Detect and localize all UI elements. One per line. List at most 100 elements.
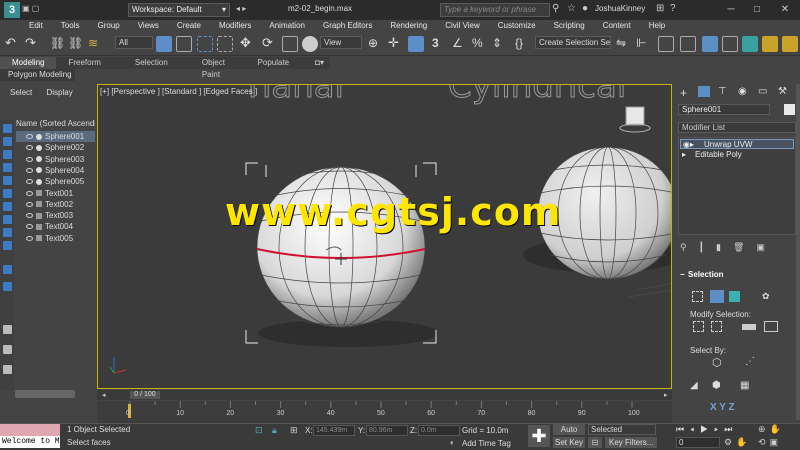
scale-icon[interactable] xyxy=(282,36,298,52)
time-tag-icon[interactable]: ◐ xyxy=(450,438,455,447)
move-icon[interactable]: ✥ xyxy=(240,36,256,52)
scene-item-text005[interactable]: Text005 xyxy=(16,233,95,244)
rotate-icon[interactable]: ⟳ xyxy=(262,36,278,52)
select-manipulate-icon[interactable]: ✛ xyxy=(388,36,404,52)
filter-lights-icon[interactable] xyxy=(3,150,12,159)
orbit-maximize-icons[interactable]: ⟲▣ xyxy=(758,437,782,448)
z-coord-field[interactable]: 0.0m xyxy=(418,425,460,436)
quick-access-icons[interactable]: ▣ ▢ xyxy=(22,4,39,13)
maxscript-listener-input[interactable] xyxy=(0,424,60,436)
xyz-axis-icons[interactable]: X Y Z xyxy=(710,402,735,413)
eye-icon[interactable] xyxy=(26,190,33,196)
explorer-find-icon[interactable] xyxy=(3,325,12,334)
eye-icon[interactable] xyxy=(26,167,33,173)
eye-icon[interactable] xyxy=(26,213,33,219)
rect-selection-icon[interactable] xyxy=(197,36,213,52)
explorer-column-header[interactable]: Name (Sorted Ascending xyxy=(16,119,95,130)
curve-editor-icon[interactable] xyxy=(722,36,738,52)
undo-icon[interactable]: ↶ xyxy=(5,36,21,52)
eye-icon[interactable] xyxy=(26,179,33,185)
eye-icon[interactable] xyxy=(26,134,33,139)
menu-group[interactable]: Group xyxy=(88,20,128,32)
select-by-material-icon[interactable]: ◢ xyxy=(690,380,698,391)
zoom-pan-icons[interactable]: ⊕✋ xyxy=(758,424,785,435)
user-icon[interactable]: ● xyxy=(582,3,588,14)
vertex-mode-icon[interactable] xyxy=(692,291,703,302)
menu-scripting[interactable]: Scripting xyxy=(545,20,594,32)
eye-icon[interactable] xyxy=(26,156,33,162)
binoculars-icon[interactable]: ⚲ xyxy=(552,3,559,14)
x-coord-field[interactable]: 145.439m xyxy=(313,425,355,436)
scene-item-sphere004[interactable]: Sphere004 xyxy=(16,165,95,176)
stack-item-unwrap-uvw[interactable]: ◉ ▸ Unwrap UVW xyxy=(680,139,794,149)
ribbon-toggle-icon[interactable] xyxy=(702,36,718,52)
menu-modifiers[interactable]: Modifiers xyxy=(210,20,260,32)
viewcube[interactable] xyxy=(619,106,651,133)
menu-rendering[interactable]: Rendering xyxy=(381,20,436,32)
filter-spacewarps-icon[interactable] xyxy=(3,189,12,198)
scene-item-text003[interactable]: Text003 xyxy=(16,210,95,221)
time-slider-track[interactable] xyxy=(97,390,672,400)
filter-cameras-icon[interactable] xyxy=(3,163,12,172)
polygon-mode-icon[interactable] xyxy=(729,291,740,302)
filter-containers-icon[interactable] xyxy=(3,241,12,250)
scene-item-sphere002[interactable]: Sphere002 xyxy=(16,142,95,153)
auto-key-button[interactable]: Auto Key xyxy=(553,424,585,445)
user-name[interactable]: JoshuaKinney xyxy=(595,4,645,13)
explorer-display-menu[interactable]: Display xyxy=(46,88,72,97)
selection-set-dropdown[interactable]: Create Selection Se xyxy=(535,36,611,49)
loop-selection-icon[interactable] xyxy=(742,324,756,330)
mirror-icon[interactable]: ⇋ xyxy=(616,36,632,52)
layer-explorer-icon[interactable] xyxy=(658,36,674,52)
lock-selection-icon[interactable]: 🔒︎ xyxy=(272,425,277,436)
star-icon[interactable]: ☆ xyxy=(567,3,576,14)
menu-tools[interactable]: Tools xyxy=(52,20,89,32)
help-icon[interactable]: ? xyxy=(670,3,676,14)
snap-3d-icon[interactable]: 3 xyxy=(432,36,448,52)
render-setup-icon[interactable] xyxy=(762,36,778,52)
schematic-view-icon[interactable] xyxy=(742,36,758,52)
align-icon[interactable]: ⊩ xyxy=(636,36,652,52)
scene-item-text001[interactable]: Text001 xyxy=(16,188,95,199)
element-mode-icon[interactable]: ✿ xyxy=(762,291,770,302)
key-set-dropdown[interactable]: Selected xyxy=(588,424,656,435)
ring-selection-icon[interactable] xyxy=(764,321,778,332)
filter-geometry-icon[interactable] xyxy=(3,124,12,133)
motion-tab-icon[interactable]: ◉ xyxy=(738,86,747,97)
current-frame-field[interactable]: 0 xyxy=(676,437,720,448)
key-filters-button[interactable]: Key Filters... xyxy=(605,437,657,448)
select-by-element-icon[interactable]: ⬡ xyxy=(712,356,722,369)
command-panel-scrollbar[interactable] xyxy=(796,84,800,420)
menu-edit[interactable]: Edit xyxy=(20,20,52,32)
explorer-options-icon[interactable] xyxy=(3,365,12,374)
menu-customize[interactable]: Customize xyxy=(489,20,545,32)
scene-item-sphere001[interactable]: Sphere001 xyxy=(16,131,95,142)
render-icon[interactable] xyxy=(782,36,798,52)
scene-item-sphere003[interactable]: Sphere003 xyxy=(16,154,95,165)
reference-coord-dropdown[interactable]: View xyxy=(320,36,362,49)
unlink-icon[interactable]: ⛓ xyxy=(68,36,84,52)
scene-explorer-icon[interactable] xyxy=(680,36,696,52)
scene-item-text002[interactable]: Text002 xyxy=(16,199,95,210)
select-by-uv-icon[interactable]: ▦ xyxy=(740,380,749,391)
scene-item-text004[interactable]: Text004 xyxy=(16,221,95,232)
pivot-icon[interactable]: ⊕ xyxy=(368,36,384,52)
display-none-icon[interactable] xyxy=(3,282,12,291)
create-tab-icon[interactable]: + xyxy=(680,86,687,100)
display-tab-icon[interactable]: ▭ xyxy=(758,86,767,97)
placement-icon[interactable] xyxy=(302,36,318,52)
eye-icon[interactable] xyxy=(26,145,33,151)
object-color-swatch[interactable] xyxy=(784,104,795,115)
filter-groups-icon[interactable] xyxy=(3,202,12,211)
spinner-snap-icon[interactable]: ⇕ xyxy=(492,36,508,52)
link-icon[interactable]: ⛓ xyxy=(50,36,66,52)
explorer-sync-icon[interactable] xyxy=(3,345,12,354)
menu-create[interactable]: Create xyxy=(168,20,210,32)
stack-toolbar[interactable]: ⚲┃▮🗑▣ xyxy=(680,242,794,254)
select-by-name-icon[interactable] xyxy=(176,36,192,52)
eye-icon[interactable] xyxy=(26,201,33,207)
time-config-icons[interactable]: ⚙✋ xyxy=(724,437,751,448)
quick-access-arrows[interactable]: ◂ ▸ xyxy=(236,4,246,13)
object-name-field[interactable]: Sphere001 xyxy=(678,104,770,115)
window-crossing-icon[interactable] xyxy=(217,36,233,52)
